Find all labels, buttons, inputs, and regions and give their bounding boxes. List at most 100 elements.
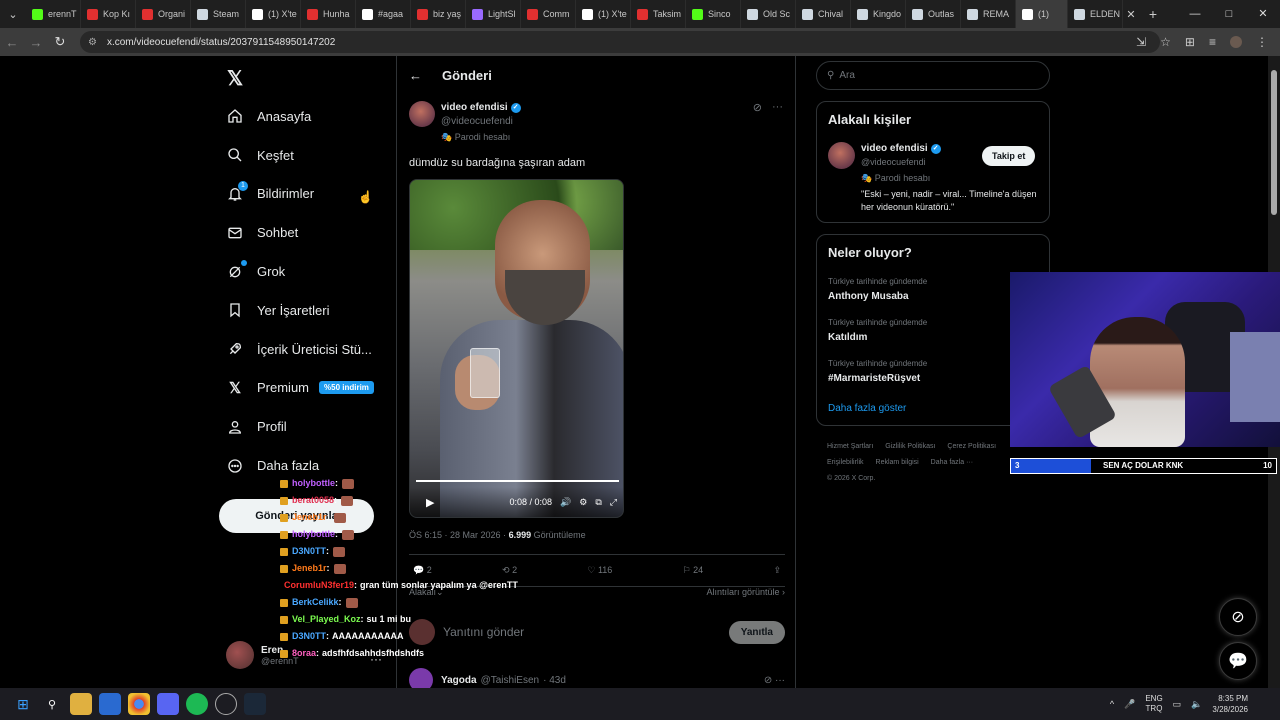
reply-input[interactable]: Yanıtını gönder xyxy=(443,625,524,639)
browser-tab[interactable]: Outlas xyxy=(906,0,961,28)
discord-icon[interactable] xyxy=(157,693,179,715)
footer-link[interactable]: Reklam bilgisi xyxy=(876,459,919,466)
grok-post-icon[interactable]: ⊘ xyxy=(753,101,762,114)
reading-list-icon[interactable]: ≡ xyxy=(1209,35,1216,49)
extensions-icon[interactable]: ⊞ xyxy=(1185,35,1195,49)
browser-tab[interactable]: Comm xyxy=(521,0,576,28)
obs-icon[interactable] xyxy=(215,693,237,715)
browser-tab[interactable]: Kingdo xyxy=(851,0,906,28)
fullscreen-icon[interactable]: ⤢ xyxy=(610,497,617,508)
browser-tab[interactable]: LightSl xyxy=(466,0,521,28)
browser-tab[interactable]: (1) X'te xyxy=(246,0,301,28)
nav-item-home[interactable]: Anasayfa xyxy=(226,97,374,136)
bookmark-action[interactable]: ⚐ 24 xyxy=(683,565,704,576)
avatar[interactable] xyxy=(828,142,855,169)
volume-icon[interactable]: 🔊 xyxy=(560,497,571,508)
spotify-icon[interactable] xyxy=(186,693,208,715)
nav-item-bookmarks[interactable]: Yer İşaretleri xyxy=(226,291,374,330)
nav-item-profile[interactable]: Profil xyxy=(226,407,374,446)
browser-tab[interactable]: Organi xyxy=(136,0,191,28)
post-more-icon[interactable]: ··· xyxy=(772,101,783,114)
reply-more-icon[interactable]: ⊘ ··· xyxy=(764,675,785,686)
browser-tab[interactable]: erennT xyxy=(26,0,81,28)
footer-link[interactable]: Erişilebilirlik xyxy=(827,459,864,466)
browser-tab[interactable]: biz yaş xyxy=(411,0,466,28)
footer-link[interactable]: Çerez Politikası xyxy=(947,443,996,450)
footer-link[interactable]: Hizmet Şartları xyxy=(827,443,873,450)
nav-item-premium[interactable]: 𝕏 Premium %50 indirim xyxy=(226,369,374,408)
author-name-row[interactable]: video efendisi ✓ xyxy=(441,102,521,113)
nav-item-explore[interactable]: Keşfet xyxy=(226,136,374,175)
browser-tab[interactable]: Taksim xyxy=(631,0,686,28)
reload-button[interactable]: ↻ xyxy=(48,34,72,50)
video-player[interactable]: ▶ 0:08 / 0:08 🔊 ⚙ ⧉ ⤢ xyxy=(409,179,624,518)
x-logo-icon[interactable]: 𝕏 xyxy=(227,66,243,91)
site-info-icon[interactable]: ⚙ xyxy=(88,37,97,48)
language-indicator[interactable]: ENG TRQ xyxy=(1145,694,1162,714)
bookmark-star-icon[interactable]: ☆ xyxy=(1160,35,1171,49)
reply-button[interactable]: Yanıtla xyxy=(728,620,785,644)
footer-link[interactable]: Gizlilik Politikası xyxy=(885,443,935,450)
browser-tab[interactable]: (1) X'te xyxy=(576,0,631,28)
browser-tab[interactable]: Sinco xyxy=(686,0,741,28)
forward-button[interactable]: → xyxy=(24,35,48,50)
microphone-icon[interactable]: 🎤 xyxy=(1124,699,1135,710)
browser-menu-icon[interactable]: ⋮ xyxy=(1256,35,1268,49)
share-icon[interactable]: ⇪ xyxy=(773,565,781,576)
nav-item-grok[interactable]: Grok xyxy=(226,252,374,291)
show-more-link[interactable]: Daha fazla göster xyxy=(828,403,906,414)
view-quotes-link[interactable]: Alıntıları görüntüle › xyxy=(706,587,785,598)
windows-start-icon[interactable]: ⊞ xyxy=(12,693,34,715)
messages-floating-button[interactable]: 💬 xyxy=(1219,642,1257,680)
trend-item[interactable]: Türkiye tarihinde gündemde #MarmaristeRü… xyxy=(828,359,927,384)
trend-item[interactable]: Türkiye tarihinde gündemde Katıldım xyxy=(828,318,927,343)
nav-item-creator-studio[interactable]: İçerik Üreticisi Stü... xyxy=(226,330,374,369)
file-explorer-icon[interactable] xyxy=(70,693,92,715)
pip-icon[interactable]: ⧉ xyxy=(595,497,601,508)
tab-search-button[interactable]: ⌄ xyxy=(0,0,26,28)
chrome-icon[interactable] xyxy=(128,693,150,715)
install-app-icon[interactable]: ⇲ xyxy=(1136,35,1146,49)
volume-icon[interactable]: 🔈 xyxy=(1191,699,1202,710)
scrollbar-thumb[interactable] xyxy=(1271,70,1277,215)
minimize-window-button[interactable]: — xyxy=(1178,0,1212,28)
author-handle[interactable]: @videocuefendi xyxy=(441,116,513,127)
url-input[interactable]: ⚙ x.com/videocuefendi/status/20379115489… xyxy=(80,31,1160,53)
nav-item-messages[interactable]: Sohbet xyxy=(226,213,374,252)
reply-item[interactable]: Yagoda @TaishiEsen · 43d ⊘ ··· xyxy=(409,668,785,688)
profile-avatar[interactable] xyxy=(1230,36,1242,48)
follow-button[interactable]: Takip et xyxy=(982,146,1036,166)
nav-item-notifications[interactable]: 1 Bildirimler xyxy=(226,175,374,214)
clock[interactable]: 8:35 PM 3/28/2026 xyxy=(1212,693,1248,715)
back-arrow-icon[interactable]: ← xyxy=(409,68,422,83)
browser-tab[interactable]: Kop Kı xyxy=(81,0,136,28)
maximize-window-button[interactable]: □ xyxy=(1212,0,1246,28)
browser-tab[interactable]: REMA xyxy=(961,0,1016,28)
video-progress-bar[interactable] xyxy=(416,480,619,482)
settings-icon[interactable]: ⚙ xyxy=(579,497,587,508)
like-action[interactable]: ♡ 116 xyxy=(587,565,612,576)
browser-tab[interactable]: Old Sc xyxy=(741,0,796,28)
new-tab-button[interactable]: + xyxy=(1139,6,1167,22)
steam-icon[interactable] xyxy=(244,693,266,715)
repost-action[interactable]: ⟲ 2 xyxy=(502,565,517,576)
store-icon[interactable] xyxy=(99,693,121,715)
network-icon[interactable]: ▭ xyxy=(1173,699,1182,710)
close-window-button[interactable]: ✕ xyxy=(1246,0,1280,28)
footer-link[interactable]: Daha fazla ··· xyxy=(931,459,973,466)
browser-tab[interactable]: Steam xyxy=(191,0,246,28)
related-name-row[interactable]: video efendisi ✓ xyxy=(861,143,941,154)
browser-tab[interactable]: Hunha xyxy=(301,0,356,28)
browser-tab[interactable]: Chival xyxy=(796,0,851,28)
browser-tab[interactable]: #agaa xyxy=(356,0,411,28)
browser-tab[interactable]: (1) xyxy=(1016,0,1068,28)
search-icon[interactable]: ⚲ xyxy=(41,693,63,715)
author-avatar[interactable] xyxy=(409,101,435,127)
search-input[interactable]: ⚲ Ara xyxy=(816,61,1050,90)
close-tab-icon[interactable]: ✕ xyxy=(1123,8,1139,21)
grok-floating-button[interactable]: ⊘ xyxy=(1219,598,1257,636)
back-button[interactable]: ← xyxy=(0,35,24,50)
browser-tab[interactable]: ELDEN xyxy=(1068,0,1123,28)
tray-chevron-icon[interactable]: ^ xyxy=(1110,699,1114,709)
trend-item[interactable]: Türkiye tarihinde gündemde Anthony Musab… xyxy=(828,277,927,302)
